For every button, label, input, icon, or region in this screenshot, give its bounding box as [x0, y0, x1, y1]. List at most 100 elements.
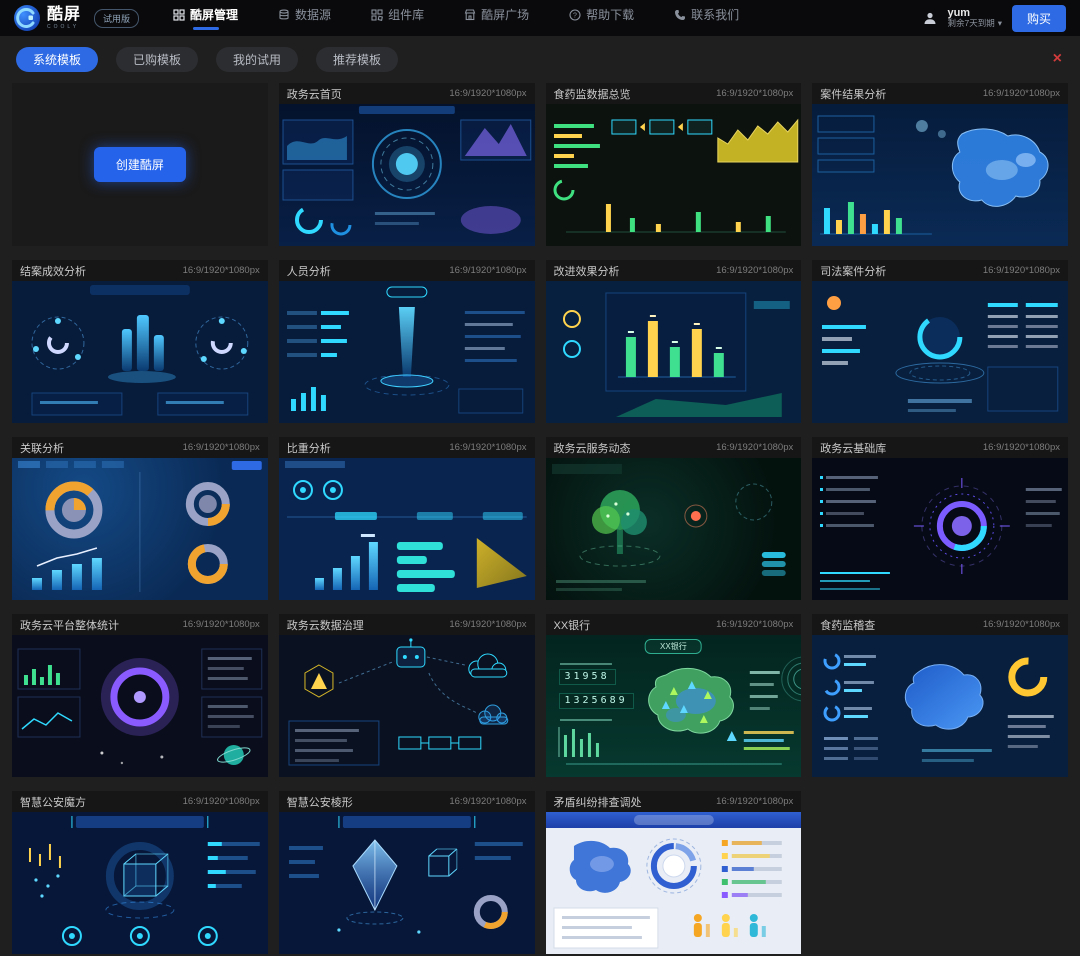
card-size-label: 16:9/1920*1080px [716, 88, 793, 99]
menu-item-help-download[interactable]: ? 帮助下载 [569, 6, 634, 30]
template-card[interactable]: 食药监稽查16:9/1920*1080px [812, 614, 1068, 777]
underline-slot [292, 27, 318, 30]
template-thumbnail [546, 812, 802, 954]
template-thumbnail: XX银行 31958 1325689 [546, 635, 802, 777]
card-title: 智慧公安魔方 [20, 794, 86, 810]
bank-counter-2: 1325689 [559, 693, 634, 709]
nav-right-area: yum 剩余7天到期▾ 购买 [923, 5, 1066, 32]
menu-item-component-library[interactable]: 组件库 [371, 6, 424, 30]
template-card[interactable]: 政务云基础库16:9/1920*1080px [812, 437, 1068, 600]
user-status-text: 剩余7天到期 [947, 19, 994, 29]
card-title: 结案成效分析 [20, 263, 86, 279]
menu-item-screen-management[interactable]: 酷屏管理 [173, 6, 238, 30]
tab-my-trial[interactable]: 我的试用 [216, 47, 298, 72]
tab-recommended-templates[interactable]: 推荐模板 [316, 47, 398, 72]
card-title: 人员分析 [287, 263, 331, 279]
menu-label: 酷屏管理 [190, 6, 238, 23]
template-card[interactable]: 案件结果分析 16:9/1920*1080px [812, 83, 1068, 246]
template-card[interactable]: XX银行16:9/1920*1080px XX银行 31958 1325689 [546, 614, 802, 777]
template-card[interactable]: 改进效果分析16:9/1920*1080px [546, 260, 802, 423]
menu-item-contact-us[interactable]: 联系我们 [674, 6, 739, 30]
card-size-label: 16:9/1920*1080px [449, 88, 526, 99]
template-thumbnail [12, 635, 268, 777]
thumbnail-art [812, 104, 1068, 246]
template-thumbnail [279, 458, 535, 600]
trial-version-badge: 试用版 [94, 9, 139, 28]
menu-label: 帮助下载 [586, 6, 634, 23]
template-card[interactable]: 智慧公安魔方16:9/1920*1080px [12, 791, 268, 954]
card-size-label: 16:9/1920*1080px [716, 796, 793, 807]
card-size-label: 16:9/1920*1080px [983, 265, 1060, 276]
close-icon[interactable]: × [1053, 51, 1062, 67]
template-thumbnail [546, 281, 802, 423]
chevron-down-icon[interactable]: ▾ [998, 19, 1002, 29]
underline-slot [385, 27, 411, 30]
logo-icon [14, 5, 40, 31]
template-card[interactable]: 政务云服务动态 16:9/1920*1080px [546, 437, 802, 600]
template-card[interactable]: 司法案件分析16:9/1920*1080px [812, 260, 1068, 423]
template-card[interactable]: 关联分析 16:9/1920*1080px [12, 437, 268, 600]
card-title: 比重分析 [287, 440, 331, 456]
template-grid: 创建酷屏 政务云首页16:9/1920*1080px [0, 75, 1080, 956]
template-card[interactable]: 智慧公安棱形16:9/1920*1080px [279, 791, 535, 954]
thumbnail-art [546, 104, 802, 246]
template-card[interactable]: 结案成效分析16:9/1920*1080px [12, 260, 268, 423]
template-thumbnail [279, 104, 535, 246]
help-icon: ? [569, 9, 581, 21]
card-size-label: 16:9/1920*1080px [449, 442, 526, 453]
card-size-label: 16:9/1920*1080px [183, 442, 260, 453]
thumbnail-art [812, 281, 1068, 423]
template-thumbnail [546, 458, 802, 600]
template-thumbnail [812, 104, 1068, 246]
template-card[interactable]: 政务云首页16:9/1920*1080px [279, 83, 535, 246]
menu-item-data-source[interactable]: 数据源 [278, 6, 331, 30]
card-size-label: 16:9/1920*1080px [983, 88, 1060, 99]
database-icon [278, 9, 290, 21]
card-size-label: 16:9/1920*1080px [183, 619, 260, 630]
card-size-label: 16:9/1920*1080px [983, 619, 1060, 630]
card-title: 关联分析 [20, 440, 64, 456]
template-card[interactable]: 政务云平台整体统计 16:9/1920*1080px [12, 614, 268, 777]
card-title: XX银行 [554, 617, 591, 633]
user-info[interactable]: yum 剩余7天到期▾ [947, 7, 1002, 29]
logo-subtext: COOLY [47, 25, 81, 30]
card-size-label: 16:9/1920*1080px [449, 265, 526, 276]
thumbnail-art [546, 812, 802, 954]
card-size-label: 16:9/1920*1080px [449, 796, 526, 807]
logo-text: 酷屏 [47, 7, 81, 23]
create-screen-card: 创建酷屏 [12, 83, 268, 246]
menu-label: 酷屏广场 [481, 6, 529, 23]
card-title: 政务云服务动态 [554, 440, 631, 456]
card-size-label: 16:9/1920*1080px [716, 442, 793, 453]
app-logo[interactable]: 酷屏 COOLY 试用版 [14, 5, 139, 31]
card-title: 政务云平台整体统计 [20, 617, 119, 633]
menu-label: 组件库 [388, 6, 424, 23]
thumbnail-art [12, 281, 268, 423]
components-icon [371, 9, 383, 21]
card-title: 矛盾纠纷排查调处 [554, 794, 642, 810]
template-thumbnail [279, 812, 535, 954]
template-thumbnail [12, 812, 268, 954]
template-card[interactable]: 食药监数据总览16:9/1920*1080px [546, 83, 802, 246]
bank-thumbnail-title: XX银行 [645, 639, 702, 654]
template-card[interactable]: 比重分析 16:9/1920*1080px [279, 437, 535, 600]
template-card[interactable]: 人员分析 16:9/1920*1080px [279, 260, 535, 423]
active-underline [193, 27, 219, 30]
underline-slot [589, 27, 615, 30]
card-title: 案件结果分析 [820, 86, 886, 102]
create-screen-button[interactable]: 创建酷屏 [94, 147, 186, 182]
thumbnail-art [279, 812, 535, 954]
tab-purchased-templates[interactable]: 已购模板 [116, 47, 198, 72]
tab-system-templates[interactable]: 系统模板 [16, 47, 98, 72]
thumbnail-art [12, 812, 268, 954]
template-card[interactable]: 政务云数据治理16:9/1920*1080px [279, 614, 535, 777]
thumbnail-art [12, 458, 268, 600]
buy-button[interactable]: 购买 [1012, 5, 1066, 32]
top-navbar: 酷屏 COOLY 试用版 酷屏管理 数据源 组件库 酷屏广场 ? 帮助下载 联系我… [0, 0, 1080, 36]
card-title: 政务云基础库 [820, 440, 886, 456]
template-thumbnail [546, 104, 802, 246]
thumbnail-art [812, 635, 1068, 777]
menu-item-screen-market[interactable]: 酷屏广场 [464, 6, 529, 30]
template-card[interactable]: 矛盾纠纷排查调处 16:9/1920*1080px [546, 791, 802, 954]
underline-slot [484, 27, 510, 30]
